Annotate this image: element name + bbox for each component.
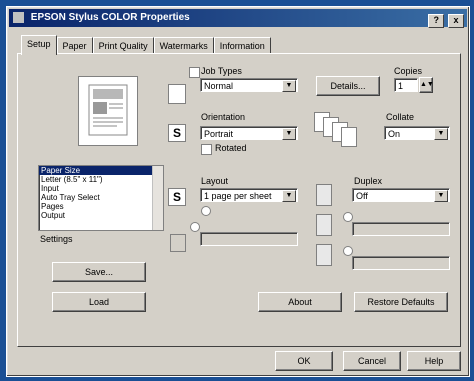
layout-icon: S bbox=[168, 188, 186, 206]
duplex-icon bbox=[316, 184, 332, 206]
cancel-button[interactable]: Cancel bbox=[343, 351, 401, 371]
settings-list[interactable]: Paper Size Letter (8.5" x 11") Input Aut… bbox=[38, 165, 164, 231]
chevron-down-icon: ▼ bbox=[282, 80, 296, 92]
document-icon bbox=[168, 84, 186, 104]
copies-value: 1 bbox=[398, 81, 404, 91]
tab-paper[interactable]: Paper bbox=[56, 37, 93, 54]
list-item[interactable]: Pages bbox=[39, 202, 163, 211]
help-button[interactable]: Help bbox=[407, 351, 461, 371]
orientation-label: Orientation bbox=[201, 112, 246, 122]
list-item[interactable]: Letter (8.5" x 11") bbox=[39, 175, 163, 184]
copies-input[interactable]: 1 bbox=[394, 78, 418, 92]
layout-label: Layout bbox=[201, 176, 229, 186]
load-button[interactable]: Load bbox=[52, 292, 146, 312]
tab-strip: Setup Paper Print Quality Watermarks Inf… bbox=[21, 35, 271, 55]
duplex-binding-select[interactable] bbox=[352, 222, 450, 236]
copies-spinner[interactable]: ▲▼ bbox=[419, 77, 434, 93]
title-bar: EPSON Stylus COLOR Properties ? x bbox=[9, 9, 467, 28]
page-preview bbox=[78, 76, 138, 146]
duplex-radio[interactable] bbox=[343, 212, 353, 222]
rotated-checkbox[interactable] bbox=[201, 144, 212, 155]
setup-panel: Job Types Normal ▼ Details... Copies 1 ▲… bbox=[17, 53, 461, 347]
tab-setup[interactable]: Setup bbox=[21, 35, 57, 55]
chevron-down-icon: ▼ bbox=[434, 190, 448, 202]
orientation-value: Portrait bbox=[204, 129, 234, 139]
tab-information[interactable]: Information bbox=[213, 37, 271, 54]
stacked-page bbox=[341, 127, 357, 147]
tab-watermarks[interactable]: Watermarks bbox=[153, 37, 214, 54]
duplex-icon-3 bbox=[316, 244, 332, 266]
chevron-down-icon: ▼ bbox=[434, 128, 448, 140]
orientation-icon: S bbox=[168, 124, 186, 142]
job-type-checkbox[interactable] bbox=[189, 67, 200, 78]
details-button[interactable]: Details... bbox=[316, 76, 380, 96]
list-item[interactable]: Paper Size bbox=[39, 166, 163, 175]
chevron-down-icon: ▼ bbox=[282, 128, 296, 140]
job-type-label: Job Types bbox=[201, 66, 242, 76]
help-title-button[interactable]: ? bbox=[428, 14, 445, 28]
about-button[interactable]: About bbox=[258, 292, 342, 312]
layout-value: 1 page per sheet bbox=[204, 191, 272, 201]
layout-select[interactable]: 1 page per sheet ▼ bbox=[200, 188, 298, 202]
rotated-label: Rotated bbox=[215, 143, 247, 153]
duplex-radio-2[interactable] bbox=[343, 246, 353, 256]
layout-radio-2[interactable] bbox=[190, 222, 200, 232]
list-item[interactable]: Output bbox=[39, 211, 163, 220]
save-button[interactable]: Save... bbox=[52, 262, 146, 282]
ok-button[interactable]: OK bbox=[275, 351, 333, 371]
layout-radio[interactable] bbox=[201, 206, 211, 216]
duplex-value: Off bbox=[356, 191, 368, 201]
properties-dialog: EPSON Stylus COLOR Properties ? x Setup … bbox=[6, 6, 470, 377]
disabled-icon bbox=[170, 234, 186, 252]
collate-select[interactable]: On ▼ bbox=[384, 126, 450, 140]
duplex-margin-select[interactable] bbox=[352, 256, 450, 270]
window-title: EPSON Stylus COLOR Properties bbox=[30, 12, 190, 23]
tab-print-quality[interactable]: Print Quality bbox=[92, 37, 154, 54]
list-scrollbar[interactable] bbox=[152, 166, 163, 230]
duplex-icon-2 bbox=[316, 214, 332, 236]
list-item[interactable]: Input bbox=[39, 184, 163, 193]
job-type-select[interactable]: Normal ▼ bbox=[200, 78, 298, 92]
page-preview-icon bbox=[88, 84, 128, 136]
printer-icon bbox=[13, 11, 24, 23]
list-item[interactable]: Auto Tray Select bbox=[39, 193, 163, 202]
layout-secondary-select[interactable] bbox=[200, 232, 298, 246]
duplex-label: Duplex bbox=[354, 176, 383, 186]
orientation-select[interactable]: Portrait ▼ bbox=[200, 126, 298, 140]
close-button[interactable]: x bbox=[448, 14, 464, 28]
copies-label: Copies bbox=[394, 66, 423, 76]
chevron-down-icon: ▼ bbox=[282, 190, 296, 202]
settings-label: Settings bbox=[40, 234, 73, 244]
job-type-value: Normal bbox=[204, 81, 234, 91]
collate-label: Collate bbox=[386, 112, 415, 122]
collate-value: On bbox=[388, 129, 401, 139]
restore-defaults-button[interactable]: Restore Defaults bbox=[354, 292, 448, 312]
duplex-select[interactable]: Off ▼ bbox=[352, 188, 450, 202]
